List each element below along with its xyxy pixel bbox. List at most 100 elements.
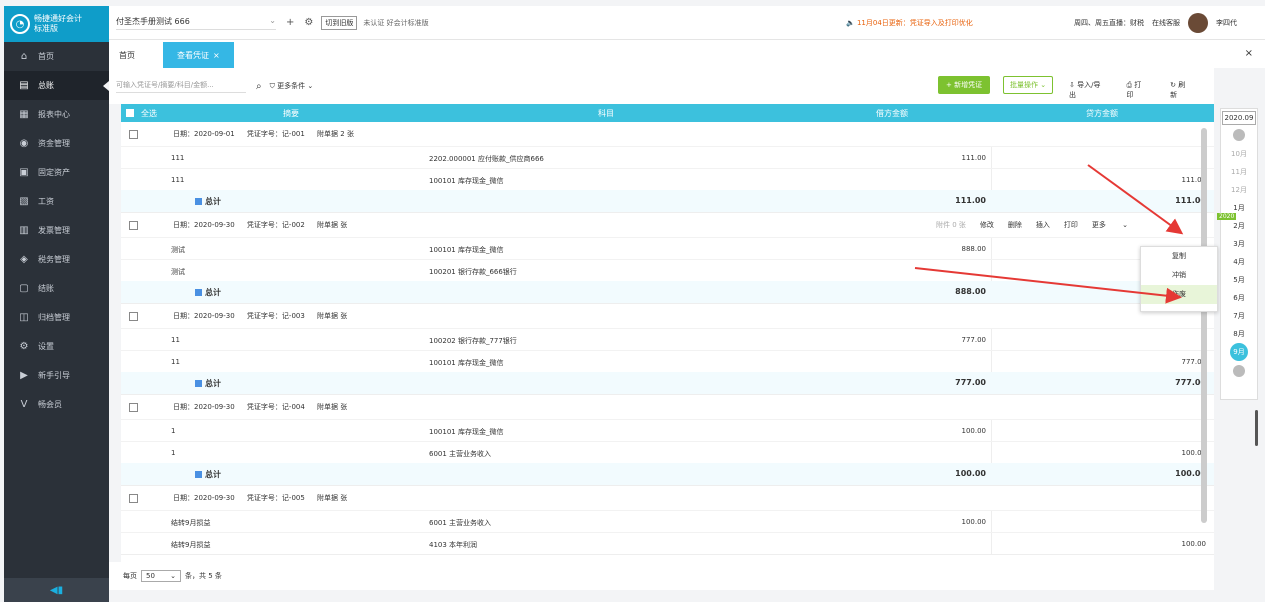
account-selector[interactable]: 付圣杰手册测试 666 ⌄ (116, 16, 276, 30)
month-item[interactable]: 11月 (1221, 163, 1257, 181)
sidebar-item-6[interactable]: ▥ 发票管理 (4, 216, 109, 245)
voucher-number[interactable]: 凭证字号：记-004 (247, 403, 305, 411)
per-page-select[interactable]: 50 ⌄ (141, 570, 181, 582)
table-row[interactable]: 11 100101 库存现金_微信 777.00 (121, 350, 1214, 372)
sidebar-item-0[interactable]: ⌂ 首页 (4, 42, 109, 71)
table-scrollbar[interactable] (1201, 128, 1207, 523)
table-row[interactable]: 1 6001 主营业务收入 100.00 (121, 441, 1214, 463)
column-divider (991, 169, 992, 190)
table-row[interactable]: 结转9月损益 6001 主营业务收入 100.00 (121, 510, 1214, 532)
edit-button[interactable]: 修改 (980, 220, 994, 230)
gear-icon[interactable]: ⚙ (304, 17, 313, 28)
add-account-icon[interactable]: + (286, 17, 294, 28)
close-icon[interactable]: × (1245, 48, 1253, 59)
month-item[interactable]: 7月 (1221, 307, 1257, 325)
sidebar-item-7[interactable]: ◈ 税务管理 (4, 245, 109, 274)
scroll-up-icon[interactable] (1233, 129, 1245, 141)
voucher-checkbox[interactable] (129, 220, 138, 230)
drag-handle[interactable] (1255, 410, 1258, 446)
column-divider (991, 329, 992, 350)
menu-item-2[interactable]: 作废 (1141, 285, 1217, 304)
collapse-sidebar-button[interactable]: ◀▮ (4, 578, 109, 602)
sidebar-item-4[interactable]: ▣ 固定资产 (4, 158, 109, 187)
month-item[interactable]: 8月 (1221, 325, 1257, 343)
month-item[interactable]: 12月 (1221, 181, 1257, 199)
month-item[interactable]: 4月 (1221, 253, 1257, 271)
voucher-number[interactable]: 凭证字号：记-003 (247, 312, 305, 320)
voucher-checkbox[interactable] (129, 402, 138, 412)
menu-item-1[interactable]: 冲销 (1141, 266, 1217, 285)
search-input[interactable]: 可输入凭证号/摘要/科目/金额... (116, 80, 246, 93)
avatar[interactable] (1188, 12, 1208, 33)
insert-button[interactable]: 插入 (1036, 220, 1050, 230)
table-row[interactable]: 111 2202.000001 应付账款_供应商666 111.00 (121, 146, 1214, 168)
refresh-button[interactable]: ↻ 刷新 (1170, 80, 1200, 100)
voucher-checkbox[interactable] (129, 129, 138, 139)
tab-view-voucher[interactable]: 查看凭证 × (163, 42, 234, 68)
voucher-number[interactable]: 凭证字号：记-001 (247, 130, 305, 138)
switch-old-version-button[interactable]: 切到旧版 (321, 15, 358, 30)
sidebar-item-9[interactable]: ◫ 归档管理 (4, 303, 109, 332)
voucher-attachments: 附单据 张 (317, 312, 348, 320)
batch-operation-button[interactable]: 批量操作 ⌄ (1003, 76, 1054, 94)
period-year[interactable]: 2020.09 (1222, 111, 1256, 125)
delete-button[interactable]: 删除 (1008, 220, 1022, 230)
app-logo[interactable]: ◔ 畅捷通好会计 标准版 (4, 6, 109, 42)
sidebar-item-3[interactable]: ◉ 资金管理 (4, 129, 109, 158)
tab-close-icon[interactable]: × (213, 51, 220, 60)
update-notice[interactable]: 🔈 11月04日更新：凭证导入及打印优化 (846, 18, 973, 28)
table-row[interactable]: 测试 100101 库存现金_微信 888.00 (121, 237, 1214, 259)
tab-home[interactable]: 首页 (109, 42, 145, 68)
import-export-button[interactable]: ⇩ 导入/导出 (1069, 80, 1112, 100)
sidebar-item-2[interactable]: ▦ 报表中心 (4, 100, 109, 129)
month-item[interactable]: 5月 (1221, 271, 1257, 289)
voucher-attachments: 附单据 张 (317, 403, 348, 411)
month-item[interactable]: 10月 (1221, 145, 1257, 163)
attachment-button[interactable]: 附件 0 张 (936, 220, 966, 230)
select-all-checkbox[interactable] (126, 109, 134, 117)
table-row[interactable]: 1 100101 库存现金_微信 100.00 (121, 419, 1214, 441)
live-link[interactable]: 周四、周五直播：财税 (1074, 18, 1144, 28)
sidebar-item-11[interactable]: ▶ 新手引导 (4, 361, 109, 390)
select-all-label[interactable]: 全选 (141, 108, 157, 119)
voucher-checkbox[interactable] (129, 311, 138, 321)
gear-icon: ⚙ (19, 341, 29, 352)
search-icon[interactable]: ⌕ (256, 81, 262, 92)
more-button[interactable]: 更多 ⌄ (1092, 220, 1128, 230)
table-row[interactable]: 结转9月损益 4103 本年利润 100.00 (121, 532, 1214, 554)
sidebar-item-5[interactable]: ▧ 工资 (4, 187, 109, 216)
voucher-number[interactable]: 凭证字号：记-002 (247, 221, 305, 229)
table-row[interactable]: 111 100101 库存现金_微信 111.00 (121, 168, 1214, 190)
online-service-link[interactable]: 在线客服 (1152, 18, 1180, 28)
scroll-down-icon[interactable] (1233, 365, 1245, 377)
more-filters-button[interactable]: ⛉ 更多条件 ⌄ (270, 81, 314, 91)
column-divider (991, 351, 992, 372)
more-filters-label: 更多条件 (277, 82, 306, 90)
print-button[interactable]: ⎙ 打印 (1126, 80, 1156, 100)
sidebar-item-1[interactable]: ▤ 总账 (4, 71, 109, 100)
sidebar-item-label: 畅会员 (38, 400, 62, 409)
voucher-number[interactable]: 凭证字号：记-005 (247, 494, 305, 502)
sidebar-item-12[interactable]: V 畅会员 (4, 390, 109, 419)
year-tag: 2020 (1217, 213, 1237, 220)
logo-title: 畅捷通好会计 (34, 14, 82, 23)
month-selected[interactable]: 9月 (1221, 343, 1257, 361)
entry-subject: 6001 主营业务收入 (429, 450, 492, 458)
voucher-header: 日期：2020-09-30 凭证字号：记-002 附单据 张 附件 0 张 修改… (121, 213, 1214, 237)
new-voucher-button[interactable]: + 新增凭证 (938, 76, 991, 94)
sidebar-item-8[interactable]: ▢ 结账 (4, 274, 109, 303)
menu-item-0[interactable]: 复制 (1141, 247, 1217, 266)
voucher-checkbox[interactable] (129, 493, 138, 503)
certification-status[interactable]: 未认证 好会计标准版 (363, 18, 428, 28)
voucher: 日期：2020-09-30 凭证字号：记-004 附单据 张 1 100101 … (121, 395, 1214, 486)
user-name[interactable]: 李四代 (1216, 18, 1237, 28)
sidebar-item-10[interactable]: ⚙ 设置 (4, 332, 109, 361)
table-row[interactable]: 测试 100201 银行存款_666银行 (121, 259, 1214, 281)
row-print-button[interactable]: 打印 (1064, 220, 1078, 230)
sidebar-item-label: 设置 (38, 342, 54, 351)
total-debit: 100.00 (955, 469, 986, 478)
month-item[interactable]: 6月 (1221, 289, 1257, 307)
entry-summary: 1 (171, 427, 176, 435)
table-row[interactable]: 11 100202 银行存款_777银行 777.00 (121, 328, 1214, 350)
month-item[interactable]: 3月 (1221, 235, 1257, 253)
